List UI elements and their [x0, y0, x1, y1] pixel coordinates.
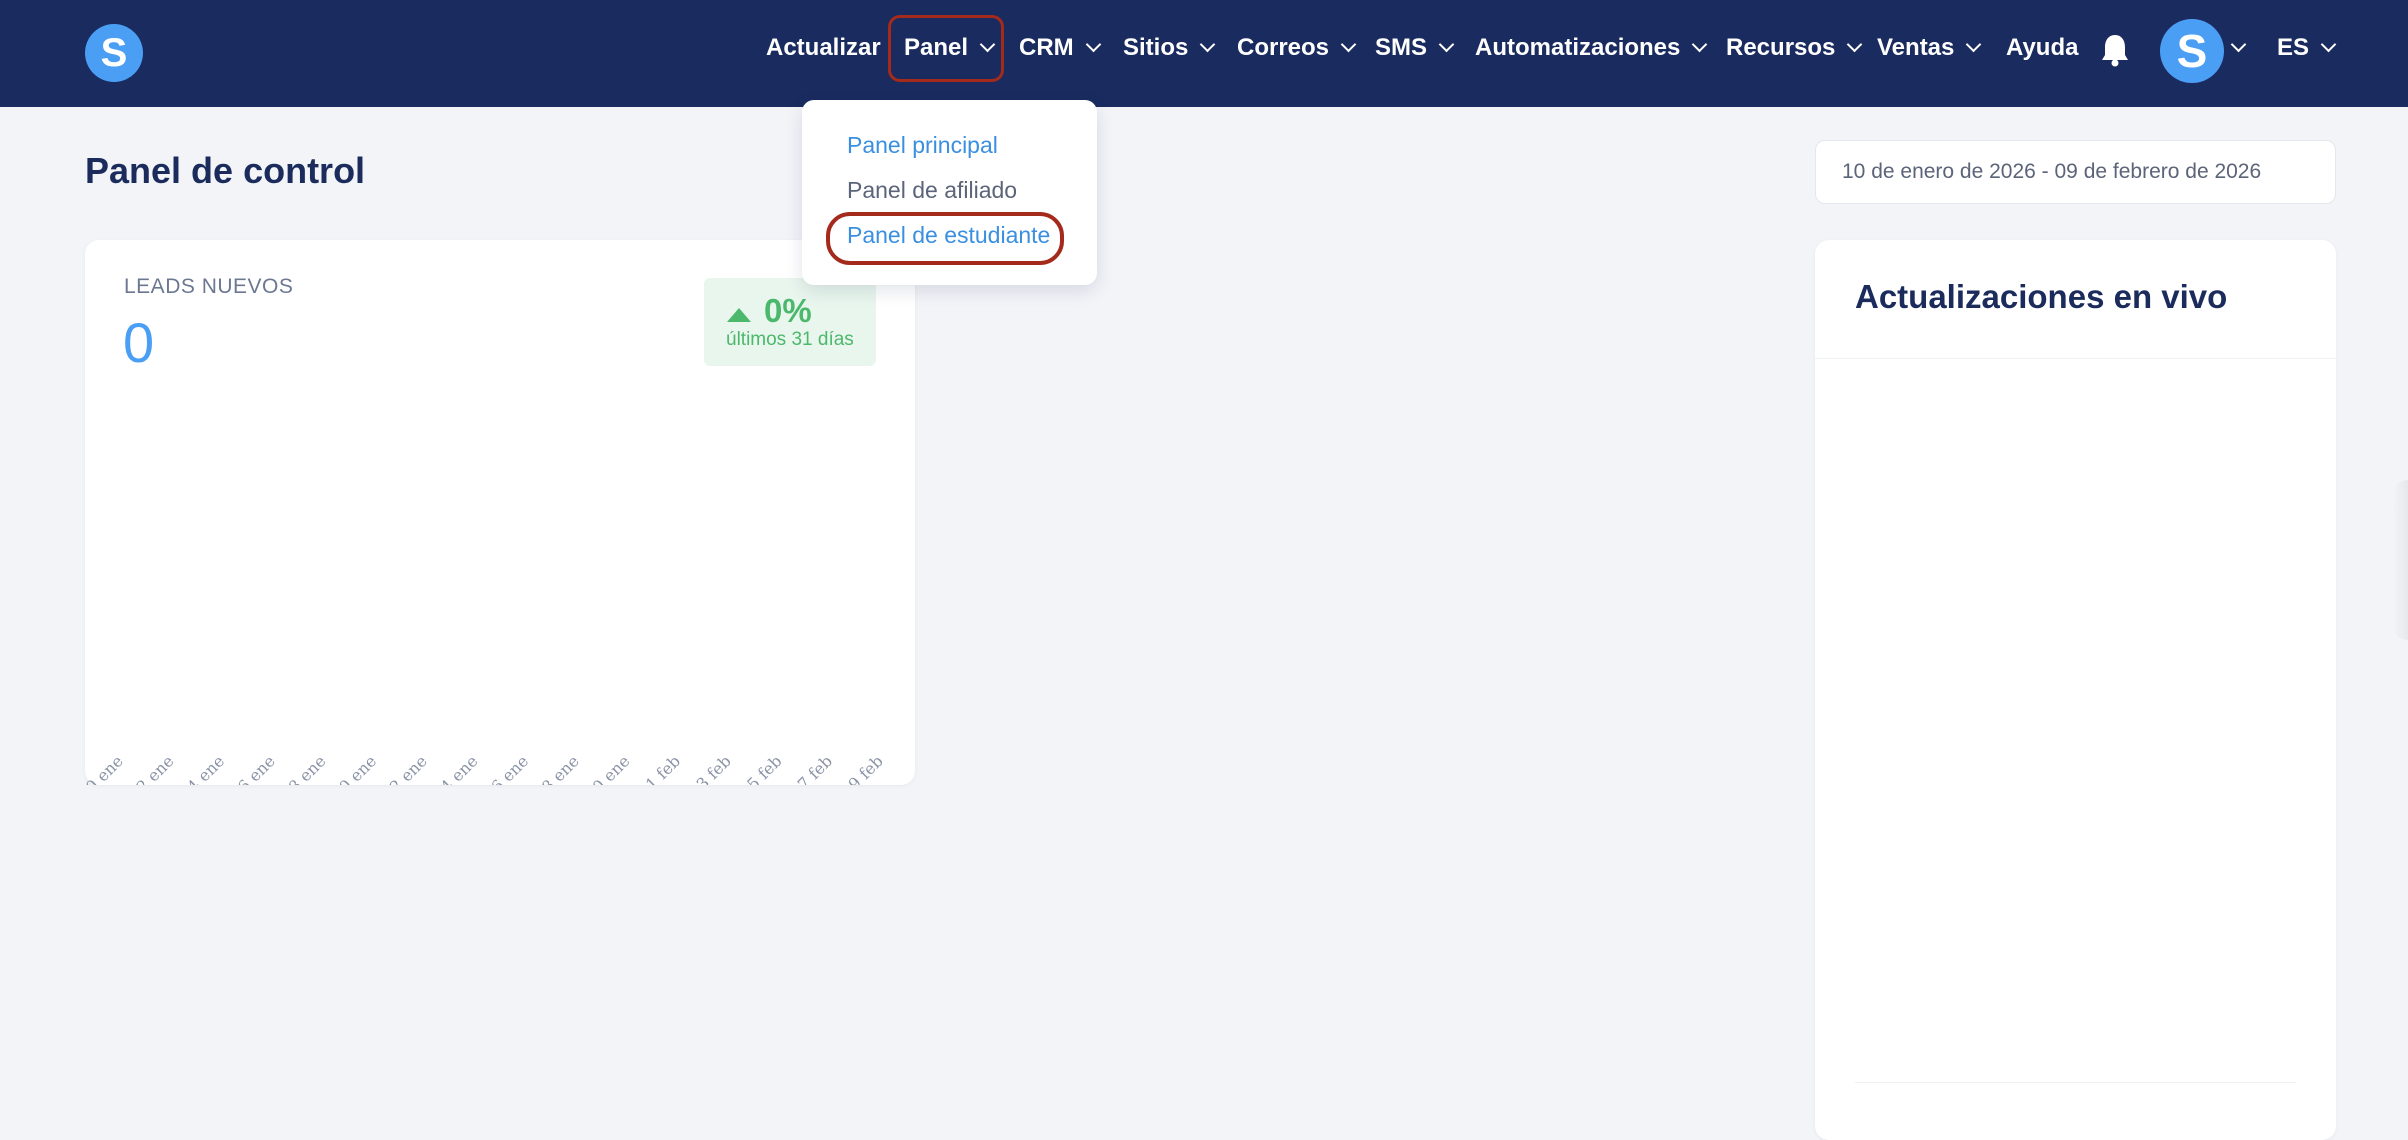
nav-item-label: Correos: [1237, 34, 1330, 61]
chevron-down-icon: [2320, 36, 2337, 53]
x-tick-label: 16 ene: [227, 751, 279, 785]
change-value: 0%: [764, 292, 812, 329]
chevron-down-icon: [2230, 36, 2247, 53]
x-tick-label: 07 feb: [787, 751, 837, 785]
menu-item-panel-principal[interactable]: Panel principal: [847, 132, 998, 159]
change-badge: 0% últimos 31 días: [704, 278, 876, 366]
chevron-down-icon: [1966, 36, 1982, 53]
menu-item-panel-de-afiliado[interactable]: Panel de afiliado: [847, 177, 1017, 204]
nav-item-actualizar[interactable]: Actualizar: [766, 30, 881, 66]
nav-item-label: Ayuda: [2006, 34, 2079, 61]
leads-chart: 10 ene12 ene14 ene16 ene18 ene20 ene22 e…: [85, 751, 887, 785]
live-updates-card: Actualizaciones en vivo: [1815, 240, 2336, 1140]
student-panel-highlight-annotation: [826, 212, 1064, 265]
nav-item-label: Sitios: [1123, 34, 1189, 61]
nav-item-label: Ventas: [1877, 34, 1955, 61]
x-tick-label: 01 feb: [635, 751, 685, 785]
nav-item-sitios[interactable]: Sitios: [1123, 30, 1216, 66]
x-tick-label: 18 ene: [277, 751, 329, 785]
divider: [1815, 358, 2336, 359]
nav-item-ventas[interactable]: Ventas: [1877, 30, 1982, 66]
leads-value: 0: [123, 311, 155, 374]
live-updates-title: Actualizaciones en vivo: [1855, 278, 2228, 315]
nav-item-label: CRM: [1019, 34, 1074, 61]
divider: [1855, 1082, 2296, 1083]
x-tick-label: 03 feb: [685, 751, 735, 785]
nav-item-recursos[interactable]: Recursos: [1726, 30, 1863, 66]
nav-item-label: Actualizar: [766, 34, 881, 61]
x-tick-label: 20 ene: [328, 751, 380, 785]
change-caption: últimos 31 días: [726, 329, 854, 350]
nav-item-ayuda[interactable]: Ayuda: [2006, 30, 2078, 66]
leads-card: LEADS NUEVOS 0 0% últimos 31 días 10 ene…: [85, 240, 915, 785]
x-tick-label: 12 ene: [125, 751, 177, 785]
x-tick-label: 14 ene: [176, 751, 228, 785]
triangle-up-icon: [727, 308, 751, 322]
brand-logo[interactable]: S: [85, 24, 143, 82]
chevron-down-icon: [1200, 36, 1216, 53]
x-tick-label: 26 ene: [480, 751, 532, 785]
nav-item-label: Automatizaciones: [1475, 34, 1681, 61]
chevron-down-icon: [1085, 36, 1101, 53]
user-avatar[interactable]: S: [2160, 19, 2224, 83]
nav-item-correos[interactable]: Correos: [1237, 30, 1357, 66]
nav-item-automatizaciones[interactable]: Automatizaciones: [1475, 30, 1708, 66]
page-title: Panel de control: [85, 150, 366, 191]
chevron-down-icon: [1438, 36, 1455, 53]
chevron-down-icon: [1847, 36, 1863, 53]
nav-item-crm[interactable]: CRM: [1019, 30, 1101, 66]
x-tick-label: 22 ene: [379, 751, 431, 785]
nav-item-sms[interactable]: SMS: [1375, 30, 1455, 66]
x-tick-label: 05 feb: [736, 751, 786, 785]
nav-item-label: Recursos: [1726, 34, 1836, 61]
x-tick-label: 28 ene: [531, 751, 583, 785]
language-label: ES: [2277, 34, 2310, 61]
x-tick-label: 10 ene: [85, 751, 127, 785]
bell-icon[interactable]: [2100, 32, 2130, 68]
chevron-down-icon: [1340, 36, 1357, 53]
top-navbar: S Actualizar Panel CRM Sitios Correos SM…: [0, 0, 2408, 107]
chevron-down-icon: [1692, 36, 1708, 53]
avatar-menu-toggle[interactable]: [2230, 30, 2247, 66]
nav-item-label: SMS: [1375, 34, 1428, 61]
leads-label: LEADS NUEVOS: [124, 275, 294, 298]
panel-highlight-annotation: [888, 15, 1004, 82]
date-range-picker[interactable]: 10 de enero de 2026 - 09 de febrero de 2…: [1815, 140, 2336, 204]
language-selector[interactable]: ES: [2277, 30, 2337, 66]
edge-shadow: [2392, 480, 2408, 640]
x-tick-label: 30 ene: [581, 751, 633, 785]
x-tick-label: 24 ene: [429, 751, 481, 785]
x-tick-label: 09 feb: [837, 751, 887, 785]
